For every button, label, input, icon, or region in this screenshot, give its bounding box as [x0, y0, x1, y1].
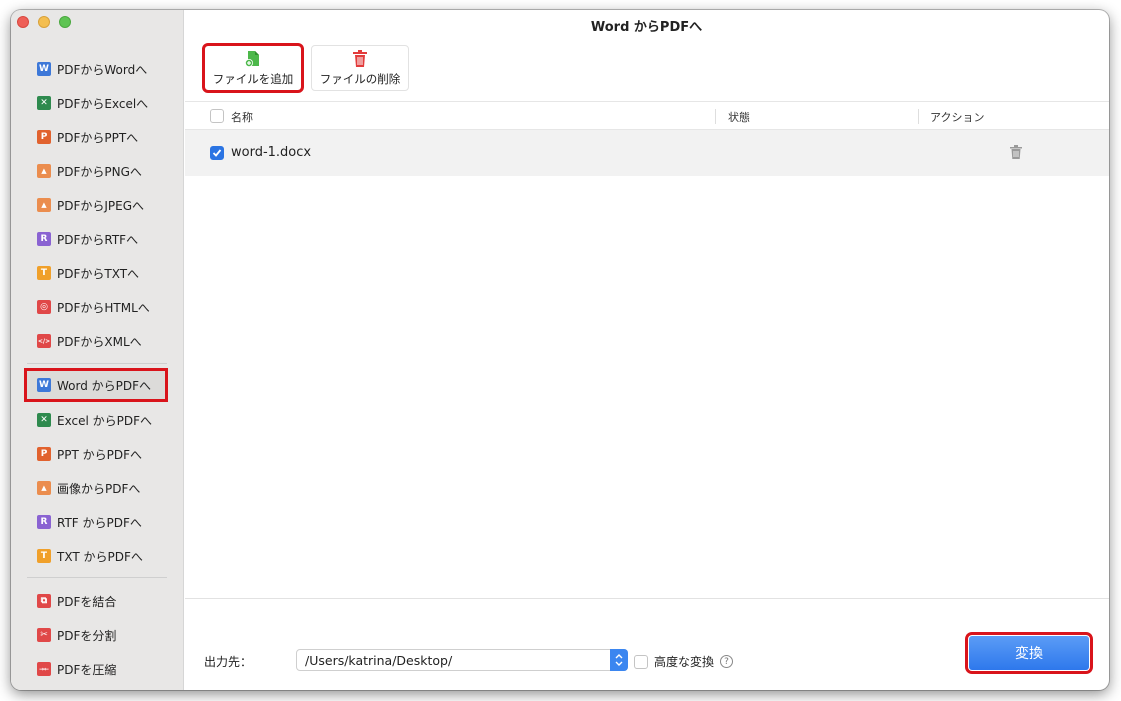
globe-icon: ◎: [37, 300, 51, 314]
sidebar-item-rtf-to-pdf[interactable]: R RTF からPDFへ: [37, 511, 167, 533]
row-trash-icon[interactable]: [1010, 145, 1022, 163]
sidebar-item-merge-pdf[interactable]: ⧉ PDFを結合: [37, 590, 167, 612]
sidebar-item-pdf-to-html[interactable]: ◎ PDFからHTMLへ: [37, 296, 167, 318]
column-divider: [715, 109, 716, 124]
sidebar-item-label: PDFからPNGへ: [57, 164, 142, 179]
sidebar-divider: [27, 363, 167, 364]
sidebar-item-excel-to-pdf[interactable]: ✕ Excel からPDFへ: [37, 409, 167, 431]
image-icon: ▲: [37, 481, 51, 495]
row-checkbox[interactable]: [210, 146, 224, 160]
convert-button[interactable]: 変換: [965, 632, 1093, 674]
sidebar-item-word-to-pdf[interactable]: W Word からPDFへ: [24, 368, 168, 402]
word-icon: W: [37, 378, 51, 392]
excel-icon: ✕: [37, 96, 51, 110]
sidebar-item-ppt-to-pdf[interactable]: P PPT からPDFへ: [37, 443, 167, 465]
trash-icon: [353, 50, 367, 68]
sidebar-item-pdf-to-xml[interactable]: </> PDFからXMLへ: [37, 330, 167, 352]
minimize-window-button[interactable]: [38, 16, 50, 28]
footer-divider: [185, 598, 1109, 599]
checkmark-icon: [212, 149, 222, 157]
excel-icon: ✕: [37, 413, 51, 427]
table-header: 名称 状態 アクション: [185, 101, 1109, 130]
delete-file-button[interactable]: ファイルの削除: [311, 45, 409, 91]
image-icon: ▲: [37, 164, 51, 178]
help-icon[interactable]: ?: [720, 655, 734, 668]
sidebar-item-label: PDFからJPEGへ: [57, 198, 145, 213]
advanced-convert-option: 高度な変換 ?: [634, 653, 734, 670]
output-path-value: /Users/katrina/Desktop/: [305, 652, 453, 668]
select-all-checkbox[interactable]: [210, 109, 224, 123]
sidebar-item-label: Word からPDFへ: [57, 378, 152, 393]
sidebar-item-label: PDFからWordへ: [57, 62, 148, 77]
image-icon: ▲: [37, 198, 51, 212]
delete-file-label: ファイルの削除: [319, 71, 401, 86]
column-status[interactable]: 状態: [728, 109, 750, 125]
sidebar-item-label: PDFを分割: [57, 628, 117, 643]
output-path-select[interactable]: /Users/katrina/Desktop/: [296, 649, 628, 671]
sidebar-item-pdf-to-jpeg[interactable]: ▲ PDFからJPEGへ: [37, 194, 167, 216]
sidebar-item-txt-to-pdf[interactable]: T TXT からPDFへ: [37, 545, 167, 567]
sidebar-item-label: PDFからRTFへ: [57, 232, 139, 247]
column-divider: [918, 109, 919, 124]
sidebar-item-label: PDFからPPTへ: [57, 130, 139, 145]
add-file-button[interactable]: ファイルを追加: [202, 43, 304, 93]
sidebar-item-pdf-to-txt[interactable]: T PDFからTXTへ: [37, 262, 167, 284]
sidebar-item-pdf-to-rtf[interactable]: R PDFからRTFへ: [37, 228, 167, 250]
zoom-window-button[interactable]: [59, 16, 71, 28]
column-name[interactable]: 名称: [231, 109, 253, 125]
output-label: 出力先：: [204, 655, 253, 669]
txt-icon: T: [37, 266, 51, 280]
sidebar-item-label: RTF からPDFへ: [57, 515, 142, 530]
sidebar-item-pdf-to-ppt[interactable]: P PDFからPPTへ: [37, 126, 167, 148]
word-icon: W: [37, 62, 51, 76]
add-file-label: ファイルを追加: [212, 71, 294, 86]
sidebar-item-label: PDFを結合: [57, 594, 117, 609]
sidebar-item-label: 画像からPDFへ: [57, 481, 141, 496]
code-icon: </>: [37, 334, 51, 348]
advanced-convert-checkbox[interactable]: [634, 654, 648, 669]
sidebar-item-label: PDFからXMLへ: [57, 334, 142, 349]
sidebar-item-label: TXT からPDFへ: [57, 549, 143, 564]
add-file-icon: [245, 50, 261, 68]
rtf-icon: R: [37, 515, 51, 529]
column-action[interactable]: アクション: [930, 109, 984, 125]
sidebar-divider: [27, 577, 167, 578]
scissors-icon: ✂: [37, 628, 51, 642]
sidebar: W PDFからWordへ ✕ PDFからExcelへ P PDFからPPTへ ▲…: [11, 10, 184, 690]
sidebar-item-label: Excel からPDFへ: [57, 413, 152, 428]
chevron-updown-icon[interactable]: [610, 649, 628, 671]
txt-icon: T: [37, 549, 51, 563]
sidebar-item-compress-pdf[interactable]: →← PDFを圧縮: [37, 658, 167, 680]
table-row[interactable]: word-1.docx: [185, 130, 1109, 176]
sidebar-item-label: PDFからHTMLへ: [57, 300, 150, 315]
powerpoint-icon: P: [37, 130, 51, 144]
sidebar-item-label: PPT からPDFへ: [57, 447, 142, 462]
rtf-icon: R: [37, 232, 51, 246]
window-controls: [17, 16, 71, 28]
close-window-button[interactable]: [17, 16, 29, 28]
sidebar-item-pdf-to-excel[interactable]: ✕ PDFからExcelへ: [37, 92, 167, 114]
advanced-convert-label: 高度な変換: [654, 655, 715, 669]
file-name: word-1.docx: [231, 145, 312, 160]
window-title: Word からPDFへ: [590, 20, 703, 35]
sidebar-item-image-to-pdf[interactable]: ▲ 画像からPDFへ: [37, 477, 167, 499]
sidebar-item-split-pdf[interactable]: ✂ PDFを分割: [37, 624, 167, 646]
sidebar-item-pdf-to-word[interactable]: W PDFからWordへ: [37, 58, 167, 80]
sidebar-item-label: PDFからTXTへ: [57, 266, 140, 281]
app-window: W PDFからWordへ ✕ PDFからExcelへ P PDFからPPTへ ▲…: [11, 10, 1109, 690]
sidebar-item-label: PDFを圧縮: [57, 662, 117, 677]
compress-icon: →←: [37, 662, 51, 676]
sidebar-item-pdf-to-png[interactable]: ▲ PDFからPNGへ: [37, 160, 167, 182]
merge-icon: ⧉: [37, 594, 51, 608]
sidebar-item-label: PDFからExcelへ: [57, 96, 149, 111]
powerpoint-icon: P: [37, 447, 51, 461]
